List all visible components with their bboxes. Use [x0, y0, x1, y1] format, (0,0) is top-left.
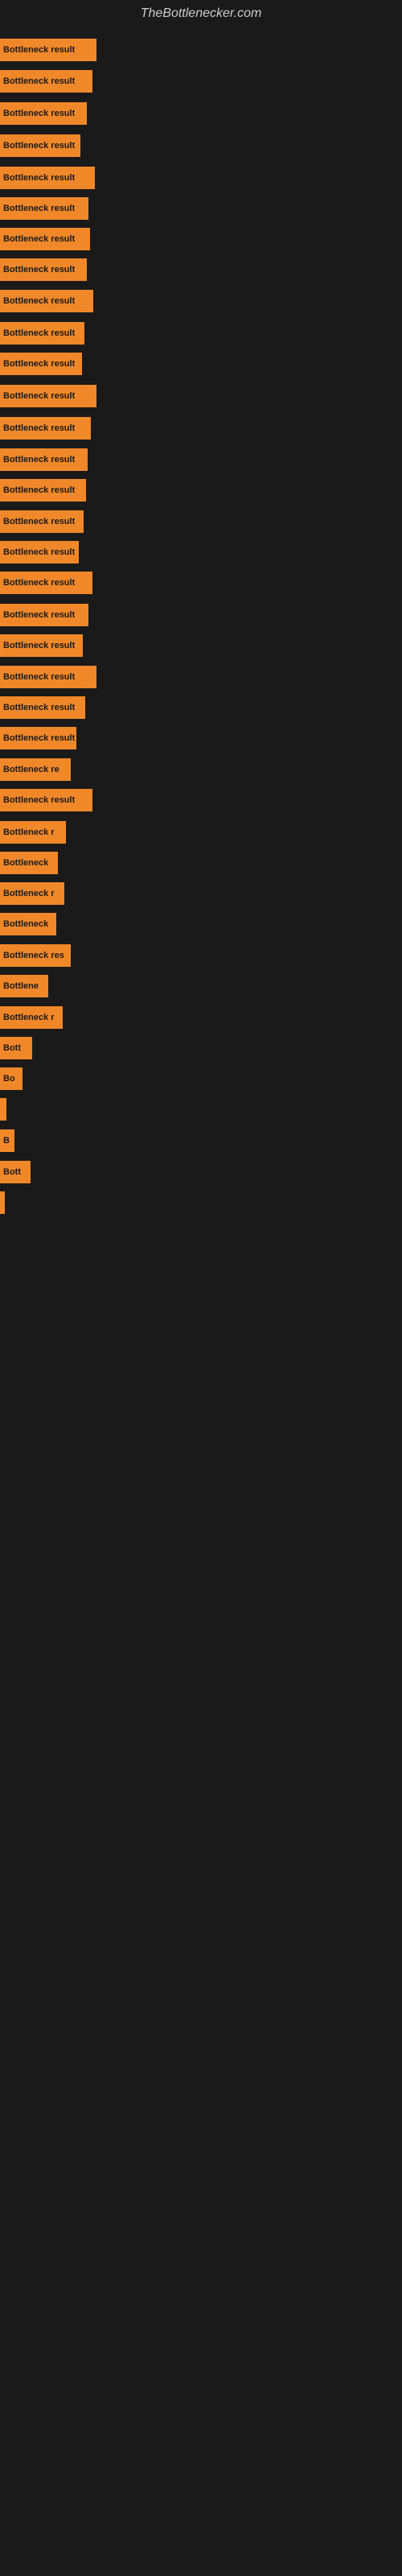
- bar-label: Bottleneck result: [3, 109, 75, 118]
- site-title: TheBottlenecker.com: [0, 0, 402, 24]
- bar-label: Bottleneck re: [3, 765, 59, 774]
- bar-label: Bottleneck result: [3, 234, 75, 244]
- bar-item: Bottleneck result: [0, 134, 80, 157]
- bar-label: Bottleneck result: [3, 547, 75, 557]
- bar-item: Bottleneck result: [0, 634, 83, 657]
- bar-item: Bottleneck result: [0, 167, 95, 189]
- bar-label: Bottleneck result: [3, 672, 75, 682]
- bar-label: Bottleneck result: [3, 455, 75, 464]
- bar-label: Bott: [3, 1167, 21, 1177]
- bar-item: Bottleneck r: [0, 821, 66, 844]
- bar-label: Bottleneck result: [3, 265, 75, 275]
- bar-label: Bottleneck: [3, 919, 48, 929]
- bar-label: Bottleneck result: [3, 76, 75, 86]
- bar-item: Bottleneck: [0, 913, 56, 935]
- bar-item: Bo: [0, 1067, 23, 1090]
- bar-label: Bottleneck result: [3, 485, 75, 495]
- bar-item: Bott: [0, 1161, 31, 1183]
- bar-label: Bott: [3, 1043, 21, 1053]
- bar-label: Bottleneck result: [3, 517, 75, 526]
- bar-label: Bottleneck result: [3, 173, 75, 183]
- bar-item: Bottleneck result: [0, 197, 88, 220]
- bar-label: Bottleneck result: [3, 610, 75, 620]
- bar-item: Bottleneck result: [0, 417, 91, 440]
- bar-item: [0, 1098, 6, 1121]
- bar-item: Bottleneck re: [0, 758, 71, 781]
- bar-label: Bottleneck result: [3, 423, 75, 433]
- bar-item: Bottleneck result: [0, 39, 96, 61]
- bar-item: Bottleneck result: [0, 258, 87, 281]
- bar-item: Bottleneck result: [0, 70, 92, 93]
- bar-label: Bottleneck res: [3, 951, 64, 960]
- bar-label: Bottleneck result: [3, 641, 75, 650]
- bar-item: Bottleneck result: [0, 666, 96, 688]
- bar-label: Bottlene: [3, 981, 39, 991]
- bar-label: Bottleneck r: [3, 1013, 55, 1022]
- bar-label: Bottleneck r: [3, 889, 55, 898]
- bar-item: Bottleneck result: [0, 353, 82, 375]
- bar-label: Bo: [3, 1074, 15, 1084]
- bar-label: Bottleneck result: [3, 391, 75, 401]
- bar-label: Bottleneck result: [3, 45, 75, 55]
- bar-item: Bottleneck: [0, 852, 58, 874]
- bar-item: Bottleneck result: [0, 479, 86, 502]
- bar-label: Bottleneck result: [3, 328, 75, 338]
- bar-item: Bottleneck result: [0, 541, 79, 564]
- bar-item: Bottleneck result: [0, 290, 93, 312]
- bar-item: Bottleneck r: [0, 1006, 63, 1029]
- chart-area: Bottleneck result Bottleneck result Bottle…: [0, 24, 402, 2568]
- bar-label: Bottleneck result: [3, 795, 75, 805]
- bar-item: Bottlene: [0, 975, 48, 997]
- bar-item: Bottleneck result: [0, 385, 96, 407]
- bar-item: Bottleneck result: [0, 696, 85, 719]
- bar-item: Bott: [0, 1037, 32, 1059]
- bar-item: Bottleneck result: [0, 228, 90, 250]
- bar-label: Bottleneck result: [3, 578, 75, 588]
- bar-label: B: [3, 1136, 10, 1146]
- bar-label: Bottleneck result: [3, 204, 75, 213]
- bar-label: Bottleneck: [3, 858, 48, 868]
- bar-item: Bottleneck result: [0, 322, 84, 345]
- bar-label: Bottleneck result: [3, 359, 75, 369]
- bar-item: Bottleneck result: [0, 789, 92, 811]
- bar-item: Bottleneck result: [0, 448, 88, 471]
- bar-label: Bottleneck result: [3, 703, 75, 712]
- bar-item: B: [0, 1129, 14, 1152]
- bar-label: Bottleneck result: [3, 296, 75, 306]
- bar-item: [0, 1191, 5, 1214]
- bar-label: Bottleneck result: [3, 141, 75, 151]
- bar-item: Bottleneck r: [0, 882, 64, 905]
- bar-item: Bottleneck res: [0, 944, 71, 967]
- bar-item: Bottleneck result: [0, 510, 84, 533]
- bar-item: Bottleneck result: [0, 572, 92, 594]
- bar-item: Bottleneck result: [0, 727, 76, 749]
- bar-item: Bottleneck result: [0, 604, 88, 626]
- bar-label: Bottleneck r: [3, 828, 55, 837]
- bar-label: Bottleneck result: [3, 733, 75, 743]
- bar-item: Bottleneck result: [0, 102, 87, 125]
